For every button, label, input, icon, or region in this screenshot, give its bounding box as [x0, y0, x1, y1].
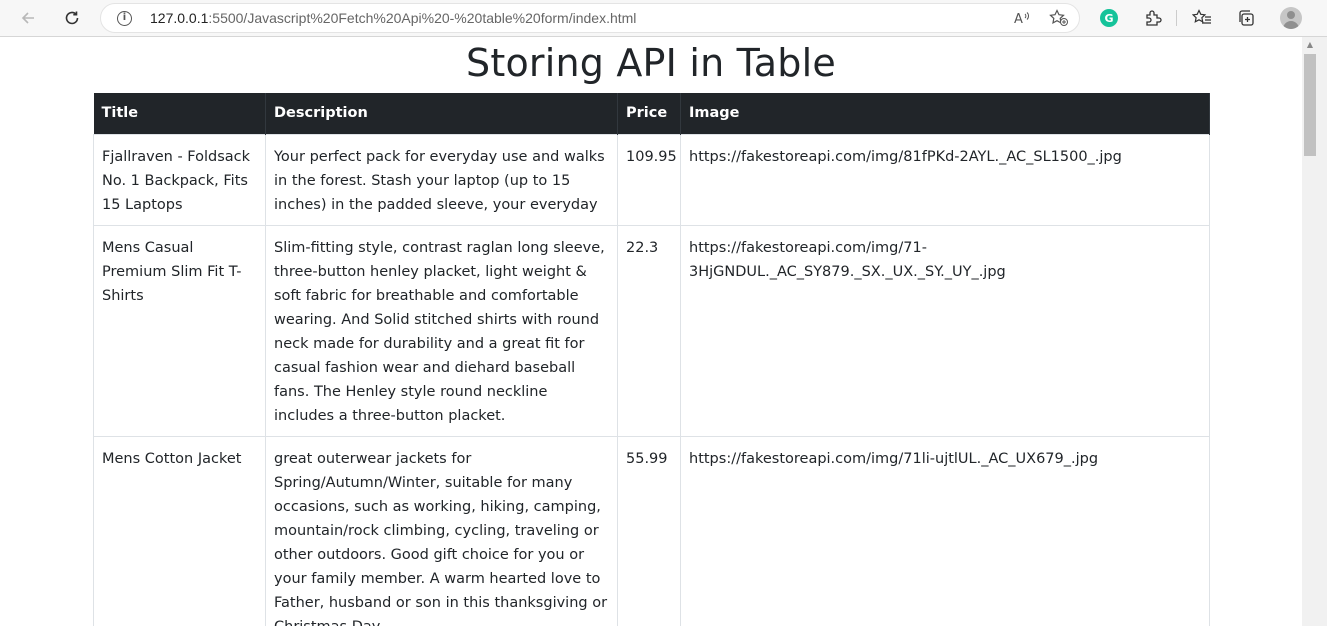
table-header-row: Title Description Price Image: [93, 93, 1210, 134]
collections-icon[interactable]: [1235, 7, 1257, 29]
table-row: Mens Casual Premium Slim Fit T-Shirts Sl…: [93, 224, 1210, 437]
cell-image-url: https://fakestoreapi.com/img/71li-ujtlUL…: [680, 435, 1210, 626]
reload-icon[interactable]: [60, 6, 84, 30]
profile-avatar-icon[interactable]: [1280, 7, 1302, 29]
scrollbar-thumb[interactable]: [1304, 54, 1316, 156]
cell-description: Slim-fitting style, contrast raglan long…: [265, 224, 618, 437]
site-info-icon[interactable]: i: [117, 11, 132, 26]
back-arrow-icon[interactable]: [16, 6, 40, 30]
cell-title: Mens Casual Premium Slim Fit T-Shirts: [93, 224, 266, 437]
column-header-title: Title: [93, 93, 266, 134]
browser-toolbar: i 127.0.0.1:5500/Javascript%20Fetch%20Ap…: [0, 0, 1327, 37]
favorites-icon[interactable]: [1191, 7, 1213, 29]
add-favorite-icon[interactable]: [1049, 9, 1069, 31]
cell-price: 109.95: [617, 133, 681, 226]
cell-price: 22.3: [617, 224, 681, 437]
column-header-image: Image: [680, 93, 1210, 134]
svg-text:A: A: [1014, 12, 1023, 27]
grammarly-extension-icon[interactable]: G: [1098, 7, 1120, 29]
cell-image-url: https://fakestoreapi.com/img/81fPKd-2AYL…: [680, 133, 1210, 226]
page-title: Storing API in Table: [466, 41, 836, 85]
cell-price: 55.99: [617, 435, 681, 626]
cell-title: Fjallraven - Foldsack No. 1 Backpack, Fi…: [93, 133, 266, 226]
url-host: 127.0.0.1: [150, 10, 209, 26]
scroll-up-arrow-icon[interactable]: ▲: [1304, 40, 1316, 50]
extensions-icon[interactable]: [1142, 7, 1164, 29]
column-header-description: Description: [265, 93, 618, 134]
products-table: Title Description Price Image Fjallraven…: [93, 93, 1210, 626]
url-path: :5500/Javascript%20Fetch%20Api%20-%20tab…: [208, 10, 637, 26]
url-text[interactable]: 127.0.0.1:5500/Javascript%20Fetch%20Api%…: [150, 10, 636, 26]
cell-image-url: https://fakestoreapi.com/img/71-3HjGNDUL…: [680, 224, 1210, 437]
cell-title: Mens Cotton Jacket: [93, 435, 266, 626]
column-header-price: Price: [617, 93, 681, 134]
table-row: Fjallraven - Foldsack No. 1 Backpack, Fi…: [93, 133, 1210, 226]
toolbar-divider: [1176, 10, 1177, 26]
table-row: Mens Cotton Jacket great outerwear jacke…: [93, 435, 1210, 626]
cell-description: Your perfect pack for everyday use and w…: [265, 133, 618, 226]
address-bar[interactable]: i 127.0.0.1:5500/Javascript%20Fetch%20Ap…: [100, 3, 1080, 33]
cell-description: great outerwear jackets for Spring/Autum…: [265, 435, 618, 626]
read-aloud-icon[interactable]: A: [1013, 9, 1031, 31]
